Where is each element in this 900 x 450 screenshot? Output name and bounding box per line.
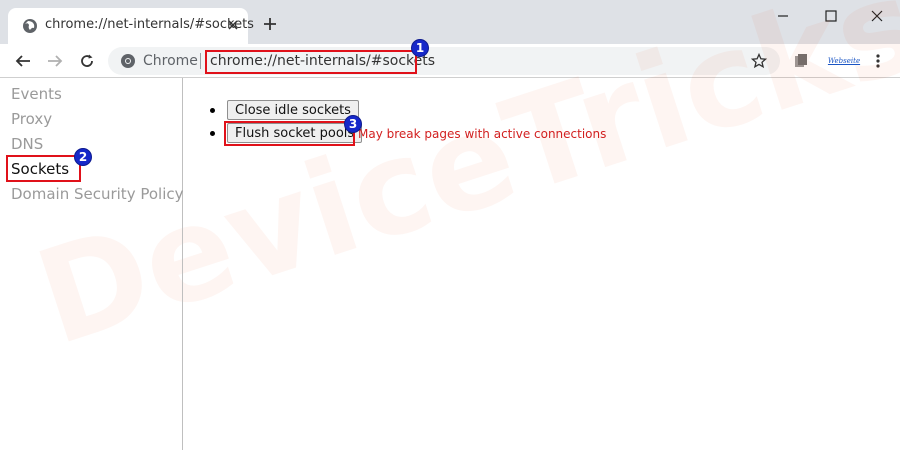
highlight-address-bar	[205, 50, 417, 74]
back-arrow-icon[interactable]	[11, 49, 35, 73]
extension-pages-icon[interactable]	[789, 49, 813, 73]
globe-icon	[22, 18, 38, 34]
list-bullet	[210, 108, 215, 113]
sidebar-item-events[interactable]: Events	[11, 85, 62, 103]
omnibox-chip-label: Chrome	[143, 53, 198, 69]
sidebar-item-domain-security-policy[interactable]: Domain Security Policy	[11, 185, 184, 203]
step-badge-3: 3	[344, 115, 362, 133]
extension-link-icon[interactable]: Webseite	[828, 49, 860, 73]
new-tab-plus-icon[interactable]	[258, 12, 282, 36]
chrome-icon	[120, 53, 136, 69]
toolbar: Chrome chrome://net-internals/#sockets W…	[0, 44, 900, 78]
browser-window: chrome://net-internals/#sockets Chrome c…	[0, 0, 900, 450]
warning-text: May break pages with active connections	[358, 127, 607, 141]
sidebar-item-proxy[interactable]: Proxy	[11, 110, 52, 128]
tab-net-internals[interactable]: chrome://net-internals/#sockets	[8, 8, 254, 44]
minimize-icon[interactable]	[760, 4, 806, 28]
highlight-flush-button	[224, 121, 355, 146]
sidebar-item-dns[interactable]: DNS	[11, 135, 43, 153]
close-idle-sockets-button[interactable]: Close idle sockets	[227, 100, 359, 120]
omnibox-separator	[200, 53, 201, 69]
sidebar: Events Proxy DNS Sockets Domain Security…	[0, 78, 184, 450]
tab-strip: chrome://net-internals/#sockets	[0, 0, 900, 44]
close-window-icon[interactable]	[854, 4, 900, 28]
reload-icon[interactable]	[75, 49, 99, 73]
step-badge-2: 2	[74, 148, 92, 166]
tab-close-icon[interactable]	[225, 17, 241, 33]
highlight-sockets	[6, 155, 81, 182]
bookmark-star-icon[interactable]	[749, 51, 769, 71]
step-badge-1: 1	[411, 39, 429, 57]
list-bullet	[210, 131, 215, 136]
forward-arrow-icon[interactable]	[43, 49, 67, 73]
tab-title: chrome://net-internals/#sockets	[45, 17, 254, 32]
maximize-icon[interactable]	[808, 4, 854, 28]
more-menu-icon[interactable]	[868, 49, 888, 73]
